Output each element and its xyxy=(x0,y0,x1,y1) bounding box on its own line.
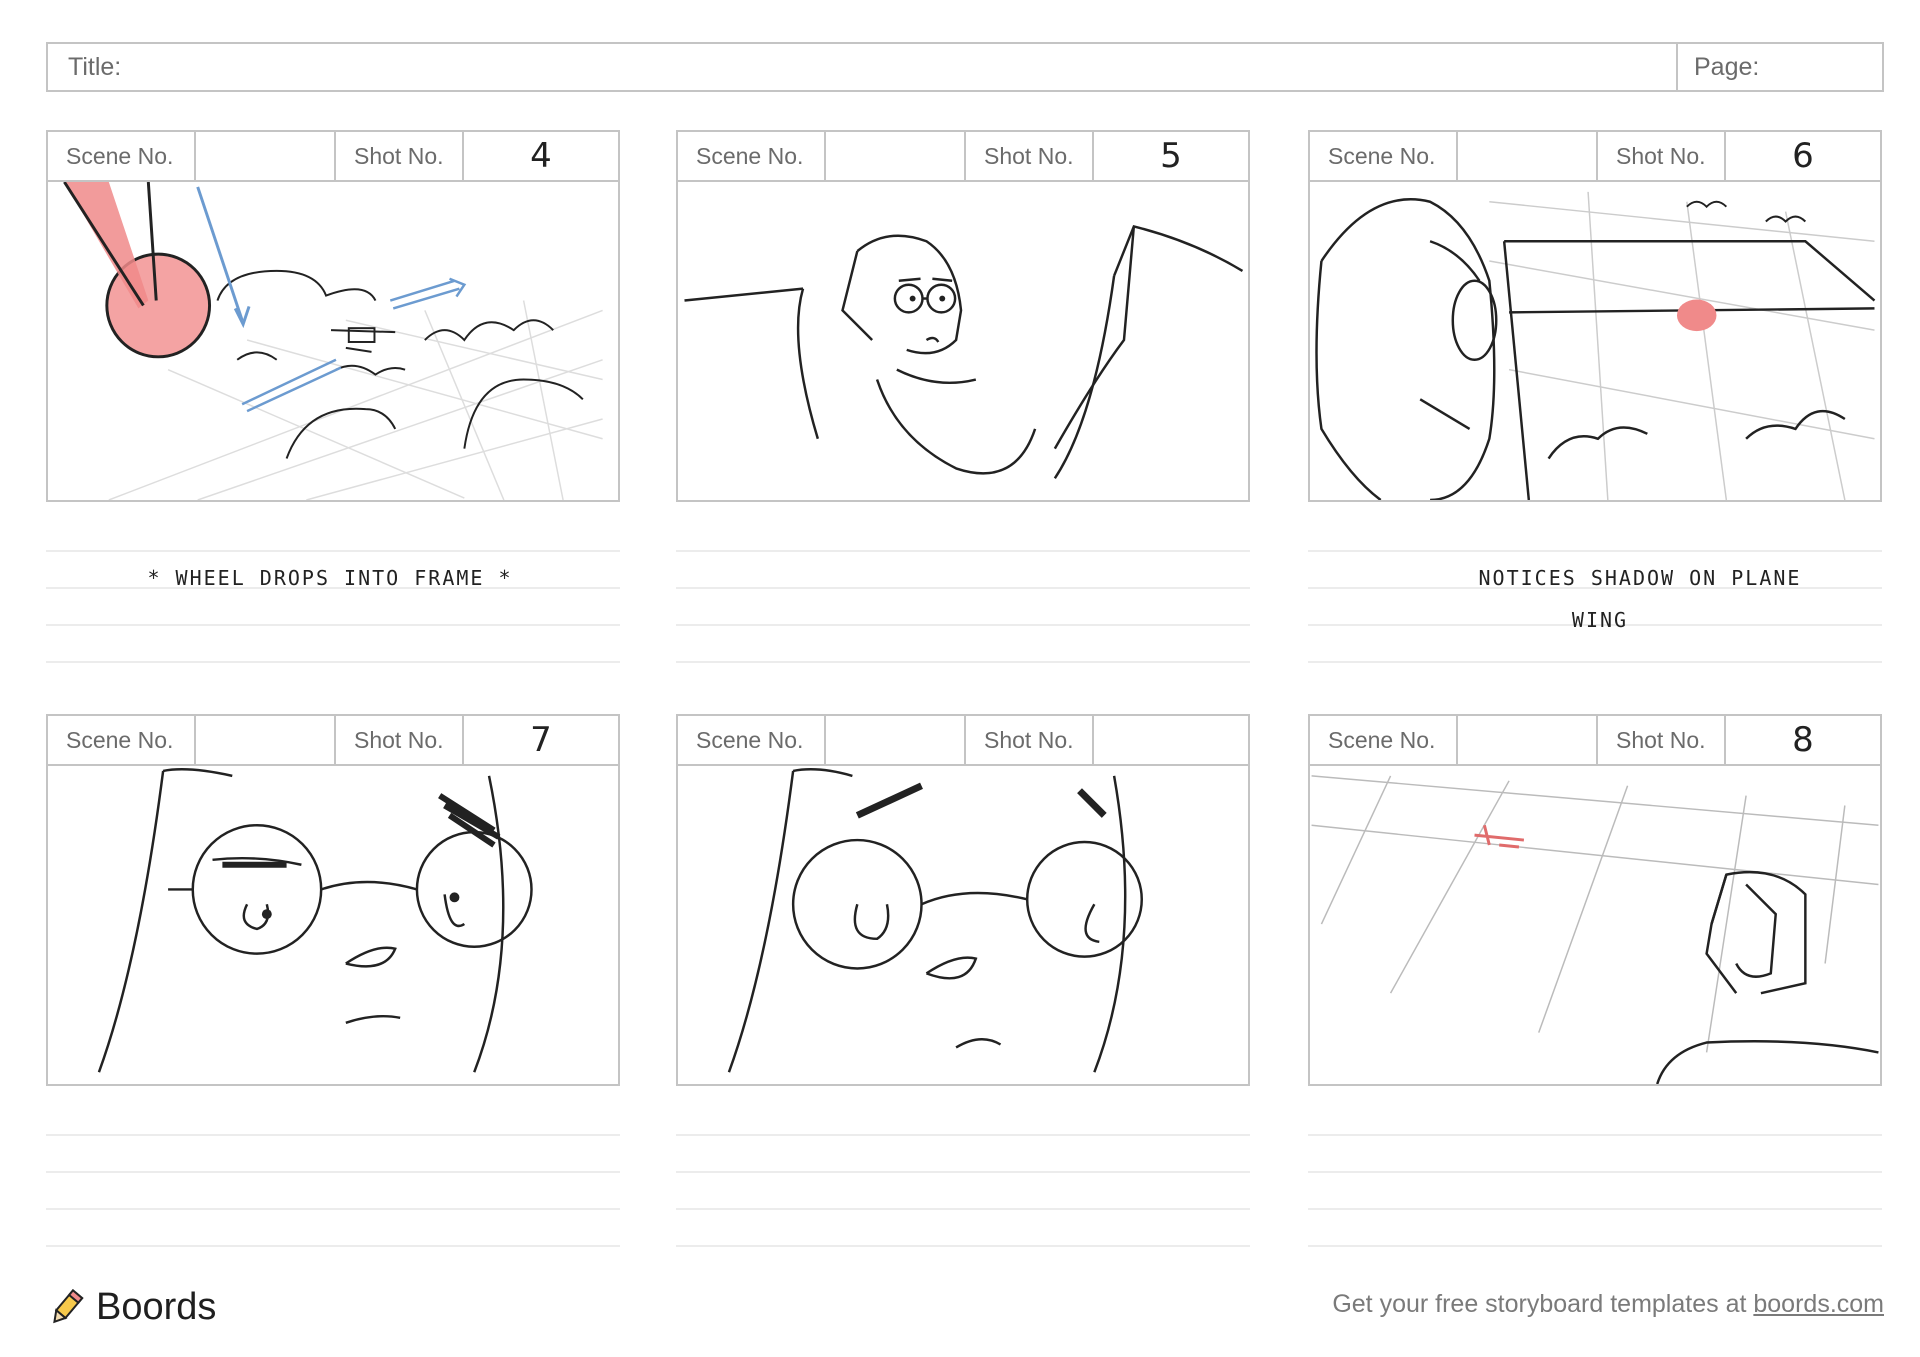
panel-header: Scene No. Shot No. 7 xyxy=(46,714,620,764)
scene-label: Scene No. xyxy=(678,716,826,764)
sketch-frame xyxy=(46,764,620,1086)
storyboard-panel-1: Scene No. Shot No. 4 xyxy=(46,130,620,502)
panel-header: Scene No. Shot No. xyxy=(676,714,1250,764)
shot-number-field[interactable]: 5 xyxy=(1094,132,1248,180)
title-label: Title: xyxy=(68,52,122,81)
pencil-logo-icon xyxy=(53,1288,84,1323)
cta-text: Get your free storyboard templates at xyxy=(1332,1290,1754,1318)
sketch-frame xyxy=(1308,764,1882,1086)
shot-label: Shot No. xyxy=(1598,132,1726,180)
sketch-frame xyxy=(46,180,620,502)
shot-label: Shot No. xyxy=(336,132,464,180)
storyboard-panel-3: Scene No. Shot No. 6 xyxy=(1308,130,1882,502)
scene-number-field[interactable] xyxy=(1458,132,1598,180)
scene-label: Scene No. xyxy=(1310,132,1458,180)
scene-number-field[interactable] xyxy=(1458,716,1598,764)
panel-header: Scene No. Shot No. 4 xyxy=(46,130,620,180)
shot-number-field[interactable]: 7 xyxy=(464,716,618,764)
page-label: Page: xyxy=(1694,52,1760,81)
panel-header: Scene No. Shot No. 6 xyxy=(1308,130,1882,180)
sketch-closeup-worried xyxy=(727,768,1143,1073)
sketch-closeup-glance xyxy=(97,768,533,1073)
shot-label: Shot No. xyxy=(336,716,464,764)
scene-label: Scene No. xyxy=(48,716,196,764)
shot-label: Shot No. xyxy=(966,132,1094,180)
title-field[interactable]: Title: xyxy=(48,44,1678,90)
panel-note-3-line1: NOTICES SHADOW ON PLANE xyxy=(1478,566,1802,590)
storyboard-panel-6: Scene No. Shot No. 8 xyxy=(1308,714,1882,1086)
panel-note-3-line2: WING xyxy=(1571,608,1629,632)
shot-label: Shot No. xyxy=(966,716,1094,764)
sketch-frame xyxy=(1308,180,1882,502)
sketch-frame xyxy=(676,180,1250,502)
shot-number-field[interactable]: 4 xyxy=(464,132,618,180)
sketch-shadow-on-wing xyxy=(1315,191,1876,500)
scene-label: Scene No. xyxy=(1310,716,1458,764)
scene-number-field[interactable] xyxy=(826,132,966,180)
storyboard-panel-2: Scene No. Shot No. 5 xyxy=(676,130,1250,502)
panel-header: Scene No. Shot No. 8 xyxy=(1308,714,1882,764)
shot-number-field[interactable]: 6 xyxy=(1726,132,1880,180)
scene-number-field[interactable] xyxy=(196,132,336,180)
title-bar: Title: Page: xyxy=(46,42,1884,92)
shot-number-field[interactable]: 8 xyxy=(1726,716,1880,764)
sketch-pilot-cockpit xyxy=(684,224,1244,479)
sketch-plane-below xyxy=(1311,775,1879,1084)
storyboard-panel-5: Scene No. Shot No. xyxy=(676,714,1250,1086)
panel-note-1: * WHEEL DROPS INTO FRAME * xyxy=(147,566,513,590)
scene-label: Scene No. xyxy=(678,132,826,180)
panel-header: Scene No. Shot No. 5 xyxy=(676,130,1250,180)
footer-cta: Get your free storyboard templates at bo… xyxy=(1332,1290,1884,1319)
scene-label: Scene No. xyxy=(48,132,196,180)
storyboard-panel-4: Scene No. Shot No. 7 xyxy=(46,714,620,1086)
sketch-frame xyxy=(676,764,1250,1086)
scene-number-field[interactable] xyxy=(196,716,336,764)
shot-number-field[interactable] xyxy=(1094,716,1248,764)
shot-label: Shot No. xyxy=(1598,716,1726,764)
brand-name: Boords xyxy=(96,1286,217,1328)
sketch-wheel-drop xyxy=(63,182,603,500)
page-field[interactable]: Page: xyxy=(1678,44,1882,90)
scene-number-field[interactable] xyxy=(826,716,966,764)
boords-logo[interactable]: Boords xyxy=(46,1286,216,1329)
boords-link[interactable]: boords.com xyxy=(1753,1290,1884,1318)
